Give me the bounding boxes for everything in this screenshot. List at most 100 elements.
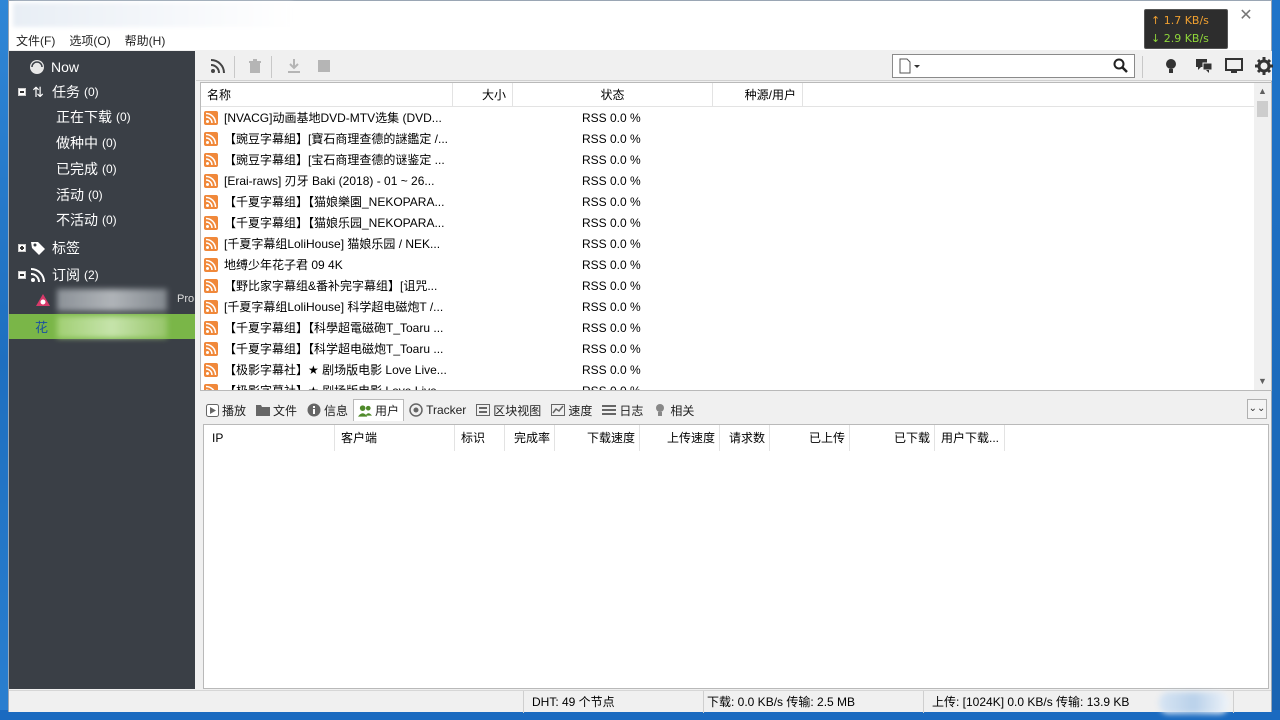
item-name: 【千夏字幕组】【猫娘樂園_NEKOPARA...: [224, 195, 445, 209]
menu-file[interactable]: 文件(F): [9, 32, 62, 50]
expand-icon[interactable]: [18, 244, 26, 252]
collapse-icon[interactable]: [18, 271, 26, 279]
feed-item-list[interactable]: 名称 大小 状态 种源/用户 [NVACG]动画基地DVD-MTV选集 (DVD…: [200, 82, 1272, 391]
list-item[interactable]: 【千夏字幕组】【猫娘乐园_NEKOPARA... RSS 0.0 %: [201, 213, 1255, 234]
feed-name-suffix: Pro: [177, 293, 195, 305]
close-icon[interactable]: ✕: [1237, 7, 1255, 25]
sidebar-item-inactive[interactable]: 不活动 (0): [9, 208, 195, 232]
list-item[interactable]: 地缚少年花子君 09 4K RSS 0.0 %: [201, 255, 1255, 276]
rss-item-icon: [204, 300, 218, 314]
peer-column-header[interactable]: 下载速度: [555, 425, 640, 451]
peer-column-header[interactable]: 完成率: [505, 425, 555, 451]
list-item[interactable]: [NVACG]动画基地DVD-MTV选集 (DVD... RSS 0.0 %: [201, 108, 1255, 129]
column-seeds-peers[interactable]: 种源/用户: [713, 83, 803, 107]
peer-column-header[interactable]: 标识: [455, 425, 505, 451]
sidebar-feed-1[interactable]: Pro: [9, 288, 195, 312]
item-status: RSS 0.0 %: [582, 111, 641, 125]
sidebar-item-labels[interactable]: 标签: [9, 236, 195, 260]
tab-folder[interactable]: 文件: [251, 399, 302, 421]
peers-panel[interactable]: IP 客户端 标识 完成率 下载速度 上传速度 请求数 已上传 已下载 用户下载...: [203, 424, 1269, 689]
peer-column-header[interactable]: 上传速度: [640, 425, 720, 451]
download-icon[interactable]: [284, 56, 304, 76]
rss-icon[interactable]: [208, 56, 228, 76]
sidebar-item-downloading[interactable]: 正在下载 (0): [9, 105, 195, 129]
list-item[interactable]: 【千夏字幕组】【科学超电磁炮T_Toaru ... RSS 0.0 %: [201, 339, 1255, 360]
tab-related[interactable]: 相关: [648, 399, 699, 421]
sidebar-item-label: 标签: [52, 240, 80, 256]
search-icon[interactable]: [1113, 58, 1128, 76]
list-item[interactable]: [千夏字幕组LoliHouse] 猫娘乐园 / NEK... RSS 0.0 %: [201, 234, 1255, 255]
tab-tracker[interactable]: Tracker: [404, 399, 471, 421]
sidebar-item-label: 做种中: [56, 135, 98, 151]
stop-icon[interactable]: [314, 56, 334, 76]
peer-column-header[interactable]: 请求数: [720, 425, 770, 451]
rss-icon: [30, 267, 46, 283]
rss-item-icon: [204, 237, 218, 251]
menu-bar: 文件(F) 选项(O) 帮助(H): [9, 32, 1271, 50]
peer-column-header[interactable]: 用户下载...: [935, 425, 1005, 451]
list-item[interactable]: 【豌豆字幕组】[宝石商理查德的谜鉴定 ... RSS 0.0 %: [201, 150, 1255, 171]
tab-log[interactable]: 日志: [597, 399, 648, 421]
trash-icon[interactable]: [245, 56, 265, 76]
list-item[interactable]: 【极影字幕社】★ 剧场版电影 Love Live... RSS 0.0 %: [201, 360, 1255, 381]
item-name: 【野比家字幕组&番补完字幕组】[诅咒...: [224, 279, 438, 293]
desktop-edge-right: [1271, 0, 1280, 720]
sidebar-item-now[interactable]: Now: [9, 55, 195, 79]
search-provider-icon[interactable]: [898, 58, 920, 77]
tab-speed[interactable]: 速度: [546, 399, 597, 421]
speed-widget[interactable]: ↑ 1.7 KB/s ↓ 2.9 KB/s: [1144, 9, 1228, 49]
column-status[interactable]: 状态: [513, 83, 713, 107]
users-icon: [358, 404, 373, 418]
sidebar-item-count: (0): [84, 85, 99, 99]
list-item[interactable]: 【极影字幕社】★ 剧场版电影 Love Live... RSS 0.0 %: [201, 381, 1255, 390]
list-item[interactable]: [千夏字幕组LoliHouse] 科学超电磁炮T /... RSS 0.0 %: [201, 297, 1255, 318]
download-speed: ↓ 2.9 KB/s: [1151, 32, 1209, 45]
app-window: ✕ ↑ 1.7 KB/s ↓ 2.9 KB/s 文件(F) 选项(O) 帮助(H…: [8, 0, 1274, 714]
list-item[interactable]: 【豌豆字幕組】[寶石商理查德的謎鑑定 /... RSS 0.0 %: [201, 129, 1255, 150]
bulb-icon[interactable]: [1161, 56, 1181, 76]
title-bar[interactable]: ✕: [9, 1, 1271, 32]
sidebar-item-count: (0): [102, 162, 117, 176]
sidebar-item-active[interactable]: 活动 (0): [9, 183, 195, 207]
gear-icon[interactable]: [1254, 56, 1274, 76]
item-status: RSS 0.0 %: [582, 132, 641, 146]
sidebar-item-feeds[interactable]: 订阅 (2): [9, 263, 195, 287]
sidebar-item-completed[interactable]: 已完成 (0): [9, 157, 195, 181]
scrollbar-thumb[interactable]: [1257, 101, 1268, 117]
peer-column-header[interactable]: IP: [204, 425, 335, 451]
tab-play[interactable]: 播放: [200, 399, 251, 421]
collapse-icon[interactable]: [18, 88, 26, 96]
tab-label: 区块视图: [493, 403, 542, 418]
status-download[interactable]: 下载: 0.0 KB/s 传输: 2.5 MB: [704, 691, 924, 713]
peer-column-header[interactable]: 已上传: [770, 425, 850, 451]
list-item[interactable]: [Erai-raws] 刃牙 Baki (2018) - 01 ~ 26... R…: [201, 171, 1255, 192]
search-box[interactable]: [892, 54, 1135, 78]
scroll-up-icon[interactable]: ▲: [1258, 87, 1267, 96]
chat-icon[interactable]: [1194, 56, 1214, 76]
menu-help[interactable]: 帮助(H): [118, 32, 173, 50]
list-item[interactable]: 【千夏字幕组】【猫娘樂園_NEKOPARA... RSS 0.0 %: [201, 192, 1255, 213]
tab-label: 日志: [619, 403, 644, 418]
scroll-down-icon[interactable]: ▼: [1258, 377, 1267, 386]
peer-column-header[interactable]: 客户端: [335, 425, 455, 451]
item-name: 【千夏字幕组】【科學超電磁砲T_Toaru ...: [224, 321, 444, 335]
sidebar-item-tasks[interactable]: ⇅ 任务 (0): [9, 80, 195, 104]
tab-users[interactable]: 用户: [353, 399, 405, 421]
list-scrollbar[interactable]: ▲ ▼: [1254, 83, 1271, 390]
monitor-icon[interactable]: [1224, 56, 1244, 76]
peer-column-header[interactable]: 已下载: [850, 425, 935, 451]
item-status: RSS 0.0 %: [582, 342, 641, 356]
column-size[interactable]: 大小: [453, 83, 513, 107]
sidebar-item-seeding[interactable]: 做种中 (0): [9, 131, 195, 155]
detail-tabs: 播放 文件 信息 用户 Tracker 区块视图 速度 日志 相关: [200, 399, 1272, 421]
status-dht[interactable]: DHT: 49 个节点: [524, 691, 704, 713]
tab-blocks[interactable]: 区块视图: [471, 399, 546, 421]
sidebar-feed-2[interactable]: 花: [9, 314, 195, 339]
search-input[interactable]: [929, 57, 1109, 75]
menu-options[interactable]: 选项(O): [62, 32, 117, 50]
collapse-panel-icon[interactable]: ⌄⌄: [1247, 399, 1267, 419]
list-item[interactable]: 【千夏字幕组】【科學超電磁砲T_Toaru ... RSS 0.0 %: [201, 318, 1255, 339]
list-item[interactable]: 【野比家字幕组&番补完字幕组】[诅咒... RSS 0.0 %: [201, 276, 1255, 297]
tab-info[interactable]: 信息: [302, 399, 353, 421]
column-name[interactable]: 名称: [201, 83, 453, 107]
